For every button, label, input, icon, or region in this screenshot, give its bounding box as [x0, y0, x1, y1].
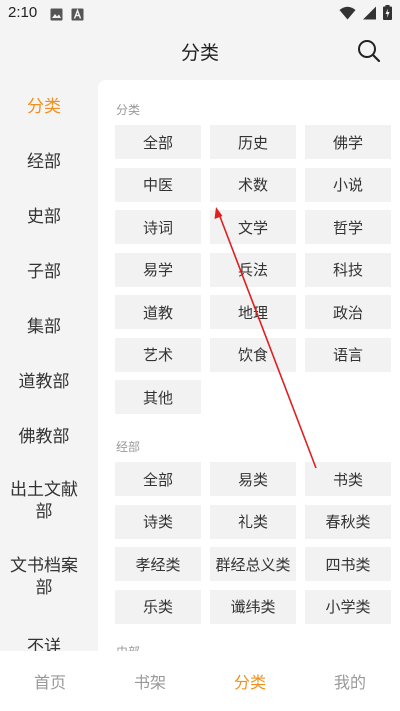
sidebar-item-label: 文书档案部	[10, 556, 78, 598]
sidebar-item-zibu[interactable]: 子部	[0, 245, 88, 299]
sidebar-item-label: 史部	[27, 207, 61, 227]
category-chip[interactable]: 四书类	[305, 547, 391, 581]
category-chip[interactable]: 谶纬类	[210, 589, 296, 624]
sidebar-item-label: 佛教部	[18, 427, 70, 447]
category-chip[interactable]: 饮食	[210, 337, 296, 372]
status-bar: 2:10	[0, 0, 400, 26]
sidebar-item-label: 出土文献部	[10, 480, 78, 522]
sidebar: 分类 经部 史部 子部 集部 道教部 佛教部 出土文献部 文书档案部 不详	[0, 80, 98, 651]
nav-bookshelf[interactable]: 书架	[100, 651, 200, 711]
sidebar-item-label: 经部	[27, 152, 61, 172]
signal-icon	[362, 5, 377, 24]
category-chip[interactable]: 诗词	[115, 210, 201, 244]
sidebar-item-label: 分类	[27, 97, 61, 117]
category-content[interactable]: 分类 全部 历史 佛学 中医 术数 小说 诗词 文学 哲学 易学 兵法 科技 道…	[98, 80, 400, 651]
category-chip[interactable]: 易学	[115, 252, 201, 287]
category-grid: 全部 历史 佛学 中医 术数 小说 诗词 文学 哲学 易学 兵法 科技 道教 地…	[115, 125, 391, 414]
search-icon	[356, 40, 382, 68]
sidebar-item-buxiang[interactable]: 不详	[0, 635, 88, 651]
category-chip[interactable]: 礼类	[210, 504, 296, 539]
sidebar-item-label: 集部	[27, 317, 61, 337]
category-chip[interactable]: 群经总义类	[210, 547, 296, 581]
sidebar-item-jibu[interactable]: 集部	[0, 300, 88, 354]
nav-profile[interactable]: 我的	[300, 651, 400, 711]
battery-charging-icon	[383, 5, 392, 24]
image-icon	[50, 6, 63, 25]
page-title: 分类	[180, 42, 219, 64]
search-button[interactable]	[356, 38, 382, 64]
nav-home[interactable]: 首页	[0, 651, 100, 711]
category-chip[interactable]: 哲学	[305, 210, 391, 244]
sidebar-item-wenshudanganbu[interactable]: 文书档案部	[0, 549, 88, 605]
wifi-icon	[339, 5, 356, 24]
category-chip[interactable]: 术数	[210, 167, 296, 202]
sidebar-item-label: 道教部	[18, 372, 70, 392]
category-chip[interactable]: 道教	[115, 295, 201, 329]
category-chip[interactable]: 孝经类	[115, 547, 201, 581]
category-chip[interactable]: 语言	[305, 337, 391, 372]
section-title: 史部	[116, 643, 140, 651]
category-chip[interactable]: 诗类	[115, 504, 201, 539]
category-chip[interactable]: 春秋类	[305, 504, 391, 539]
category-chip[interactable]: 书类	[305, 462, 391, 496]
text-a-icon	[71, 6, 84, 25]
category-chip[interactable]: 全部	[115, 125, 201, 159]
category-chip[interactable]: 文学	[210, 210, 296, 244]
sidebar-item-fenlei[interactable]: 分类	[0, 80, 88, 134]
sidebar-item-chutuwenxianbu[interactable]: 出土文献部	[0, 473, 88, 529]
category-chip[interactable]: 科技	[305, 252, 391, 287]
category-chip[interactable]: 小说	[305, 167, 391, 202]
category-chip[interactable]: 地理	[210, 295, 296, 329]
category-chip[interactable]: 中医	[115, 167, 201, 202]
category-chip[interactable]: 全部	[115, 462, 201, 496]
category-chip[interactable]: 历史	[210, 125, 296, 159]
sidebar-item-shibu[interactable]: 史部	[0, 190, 88, 244]
sidebar-item-jingbu[interactable]: 经部	[0, 135, 88, 189]
category-chip[interactable]: 乐类	[115, 589, 201, 624]
sidebar-item-label: 不详	[27, 637, 61, 651]
sidebar-item-daojiaobu[interactable]: 道教部	[0, 355, 88, 409]
status-time: 2:10	[8, 4, 38, 21]
section-title: 分类	[116, 103, 141, 117]
category-chip[interactable]: 兵法	[210, 252, 296, 287]
sidebar-item-fojiaobu[interactable]: 佛教部	[0, 410, 88, 464]
category-chip[interactable]: 易类	[210, 462, 296, 496]
section-title: 经部	[116, 440, 141, 454]
category-chip[interactable]: 艺术	[115, 337, 201, 372]
category-chip[interactable]: 小学类	[305, 589, 391, 624]
category-grid: 全部 易类 书类 诗类 礼类 春秋类 孝经类 群经总义类 四书类 乐类 谶纬类 …	[115, 462, 391, 624]
category-chip[interactable]: 佛学	[305, 125, 391, 159]
app-header: 分类	[0, 26, 400, 78]
category-chip[interactable]: 政治	[305, 295, 391, 329]
nav-category[interactable]: 分类	[200, 651, 300, 711]
category-chip[interactable]: 其他	[115, 380, 201, 414]
sidebar-item-label: 子部	[27, 262, 61, 282]
bottom-nav: 首页 书架 分类 我的	[0, 651, 400, 711]
